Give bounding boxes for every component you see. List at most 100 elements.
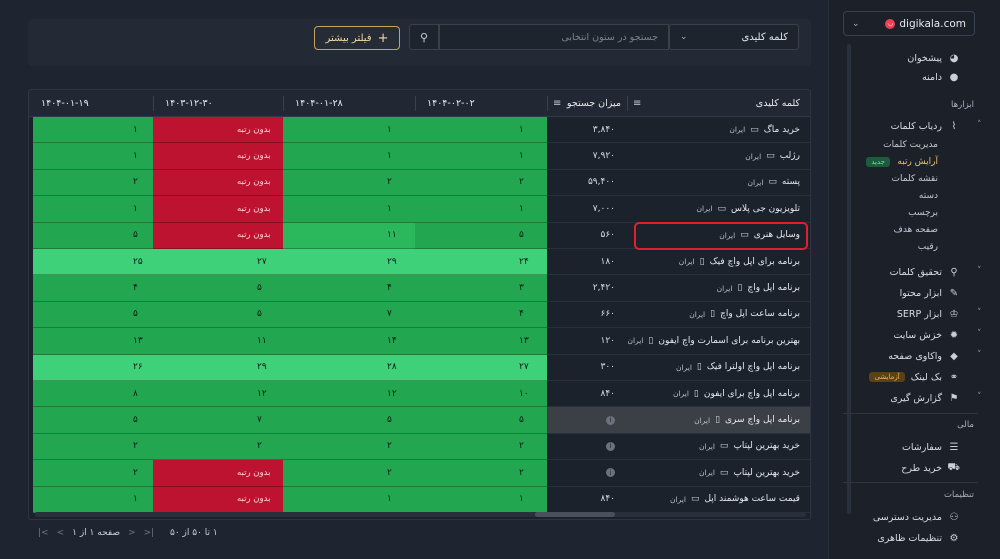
no-rank-cell: بدون رتبه [153,222,283,249]
info-icon[interactable]: i [606,468,615,478]
sidebar-item-site-crawl[interactable]: ✹ خزش سایت [893,327,960,343]
header-date-4[interactable]: ۱۴۰۴-۰۱-۱۹ [33,90,153,117]
keyword-cell[interactable]: برنامه اپل واچ ▯ ایران [627,275,810,302]
page-indicator: صفحه ۱ از ۱ [72,528,121,538]
plus-icon: + [377,30,389,46]
rank-cell: ۱ [415,486,547,513]
sidebar-item-access[interactable]: ⚇ مدیریت دسترسی [873,509,960,525]
header-date-2[interactable]: ۱۴۰۴-۰۱-۲۸ [283,90,415,117]
next-page-icon[interactable]: > [128,528,136,538]
keyword-cell[interactable]: برنامه ساعت اپل واچ ▯ ایران [627,301,810,329]
sidebar-sub-map[interactable]: نقشه کلمات [892,174,938,184]
header-volume[interactable]: میزان جستجو ≡ [547,90,627,117]
search-input[interactable] [439,24,669,50]
chevron-down-icon[interactable]: ˅ [977,308,982,318]
sidebar-sub-category[interactable]: دسته [919,191,938,201]
prev-page-icon[interactable]: < [57,528,65,538]
sidebar-item-backlink[interactable]: ⚭ بک لینک آزمایشی [869,369,960,385]
sidebar-item-rank-tracker[interactable]: ⌇ ردیاب کلمات [891,118,960,134]
chevron-down-icon[interactable]: ˅ [977,392,982,402]
table-row[interactable]: برنامه اپل واچ ▯ ایران ۲,۴۲۰ ۳ ۴ ۵ ۴ [29,275,810,302]
sidebar-item-domain[interactable]: ● دامنه [922,69,960,85]
sidebar-sub-rank-layout[interactable]: آرایش رتبه [897,157,938,167]
header-date-3[interactable]: ۱۴۰۳-۱۲-۳۰ [153,90,283,117]
sidebar-item-content-tool[interactable]: ✎ ابزار محتوا [900,285,960,301]
sidebar-item-serp-tool[interactable]: ♔ ابزار SERP [897,306,960,322]
search-button[interactable]: ⚲ [409,24,439,50]
column-menu-icon[interactable]: ≡ [553,98,561,109]
volume-cell: ۳۰۰ [547,354,627,381]
table-row[interactable]: برنامه برای اپل واچ فیک ▯ ایران ۱۸۰ ۲۴ ۲۹ ۲۷ ۲۵ [29,249,810,276]
keyword-cell[interactable]: پسته ▭ ایران [627,169,810,197]
table-row[interactable]: برنامه اپل واچ اولترا فیک ▯ ایران ۳۰۰ ۲۷ ۲۸ ۲۹… [29,354,810,381]
column-menu-icon[interactable]: ≡ [633,98,641,109]
domain-select[interactable]: ◡ digikala.com ⌄ [843,11,975,36]
chevron-up-icon[interactable]: ˄ [977,120,982,130]
table-row[interactable]: پسته ▭ ایران ۵۹,۴۰۰ ۲ ۲ بدون رتبه ۲ [29,169,810,197]
sidebar-item-reporting[interactable]: ⚑ گزارش گیری [890,390,960,406]
chart-icon: ⌇ [951,120,957,132]
table-header: کلمه کلیدی ≡ میزان جستجو ≡ ۱۴۰۴-۰۲-۰۲ ۱۴… [29,90,810,117]
chevron-down-icon[interactable]: ˅ [977,350,982,360]
table-row[interactable]: بهترین برنامه برای اسمارت واچ ایفون ▯ ایرا… [29,328,810,355]
keyword-cell[interactable]: رژلب ▭ ایران [627,143,810,170]
keyword-cell[interactable]: برنامه اپل واچ سری ▯ ایران [627,407,810,434]
filter-bar: کلمه کلیدی ⌄ ⚲ + فیلتر بیشتر [28,19,811,66]
chevron-down-icon[interactable]: ˅ [977,329,982,339]
mobile-icon: ▯ [693,388,699,399]
info-icon[interactable]: i [606,441,615,451]
sidebar-sub-tag[interactable]: برچسب [908,208,938,218]
column-separator[interactable] [627,96,628,111]
keyword-cell[interactable]: برنامه اپل واچ برای ایفون ▯ ایران [627,381,810,408]
header-keyword[interactable]: کلمه کلیدی ≡ [627,90,810,117]
sidebar-item-page-audit[interactable]: ◆ واکاوی صفحه [888,348,960,364]
column-separator[interactable] [547,96,548,111]
first-page-icon[interactable]: |< [38,528,49,538]
table-row[interactable]: خرید بهترین لپتاپ ▭ ایران i ۲ ۲ بدون رتبه ۲ [29,460,810,487]
table-row[interactable]: قیمت ساعت هوشمند اپل ▭ ایران ۸۴۰ ۱ ۱ بدون رتبه… [29,486,810,513]
table-row[interactable]: برنامه ساعت اپل واچ ▯ ایران ۶۶۰ ۴ ۷ ۵ ۵ [29,301,810,329]
rank-cell: ۲ [415,460,547,487]
keyword-cell[interactable]: خرید بهترین لپتاپ ▭ ایران [627,460,810,487]
keyword-cell[interactable]: تلویزیون جی پلاس ▭ ایران [627,196,810,223]
location-label: ایران [673,389,689,399]
dashboard-icon: ◕ [949,52,959,64]
table-row[interactable]: رژلب ▭ ایران ۷,۹۲۰ ۱ ۱ بدون رتبه ۱ [29,143,810,170]
column-separator[interactable] [283,96,284,111]
sidebar-sub-manage[interactable]: مدیریت کلمات [883,140,938,150]
keyword-cell[interactable]: بهترین برنامه برای اسمارت واچ ایفون ▯ ایرا… [627,328,810,355]
sidebar-item-dashboard[interactable]: ◕ پیشخوان [907,50,960,66]
keyword-cell[interactable]: برنامه اپل واچ اولترا فیک ▯ ایران [627,354,810,381]
table-row[interactable]: خرید ماگ ▭ ایران ۳,۸۴۰ ۱ ۱ بدون رتبه ۱ [29,117,810,144]
keyword-cell[interactable]: خرید ماگ ▭ ایران [627,117,810,144]
sidebar-item-buy-plan[interactable]: ⛟ خرید طرح [901,460,960,476]
rank-cell: ۵ [153,301,283,329]
flag-icon: ⚑ [949,392,959,404]
info-icon[interactable]: i [606,415,615,425]
volume-cell: i [547,433,627,461]
location-label: ایران [676,362,692,372]
sidebar-scrollbar[interactable] [847,44,851,514]
sidebar-item-keyword-research[interactable]: ⚲ تحقیق کلمات [890,264,960,280]
users-icon: ⚇ [949,511,959,523]
last-page-icon[interactable]: >| [144,528,155,538]
more-filter-button[interactable]: + فیلتر بیشتر [314,26,400,50]
column-select[interactable]: کلمه کلیدی ⌄ [669,24,799,50]
column-separator[interactable] [153,96,154,111]
keyword-cell[interactable]: برنامه برای اپل واچ فیک ▯ ایران [627,249,810,276]
column-separator[interactable] [415,96,416,111]
sidebar-sub-competitor[interactable]: رقیب [918,242,938,252]
table-row[interactable]: خرید بهترین لپتاپ ▭ ایران i ۲ ۲ ۲ ۲ [29,433,810,461]
sidebar-sub-target[interactable]: صفحه هدف [894,225,939,235]
scrollbar-thumb[interactable] [535,512,615,517]
table-row[interactable]: برنامه اپل واچ سری ▯ ایران i ۵ ۵ ۷ ۵ [29,407,810,434]
keyword-cell[interactable]: خرید بهترین لپتاپ ▭ ایران [627,433,810,461]
keyword-cell[interactable]: قیمت ساعت هوشمند اپل ▭ ایران [627,486,810,513]
sidebar-item-orders[interactable]: ☰ سفارشات [902,439,960,455]
table-row[interactable]: تلویزیون جی پلاس ▭ ایران ۷,۰۰۰ ۱ ۱ بدون رتبه ۱ [29,196,810,223]
table-row[interactable]: برنامه اپل واچ برای ایفون ▯ ایران ۸۴۰ ۱۰ ۱۲ ۱۲… [29,381,810,408]
header-date-1[interactable]: ۱۴۰۴-۰۲-۰۲ [415,90,547,117]
chevron-down-icon[interactable]: ˅ [977,266,982,276]
sidebar-item-appearance[interactable]: ⚙ تنظیمات ظاهری [877,530,960,546]
horizontal-scrollbar[interactable] [35,512,806,517]
